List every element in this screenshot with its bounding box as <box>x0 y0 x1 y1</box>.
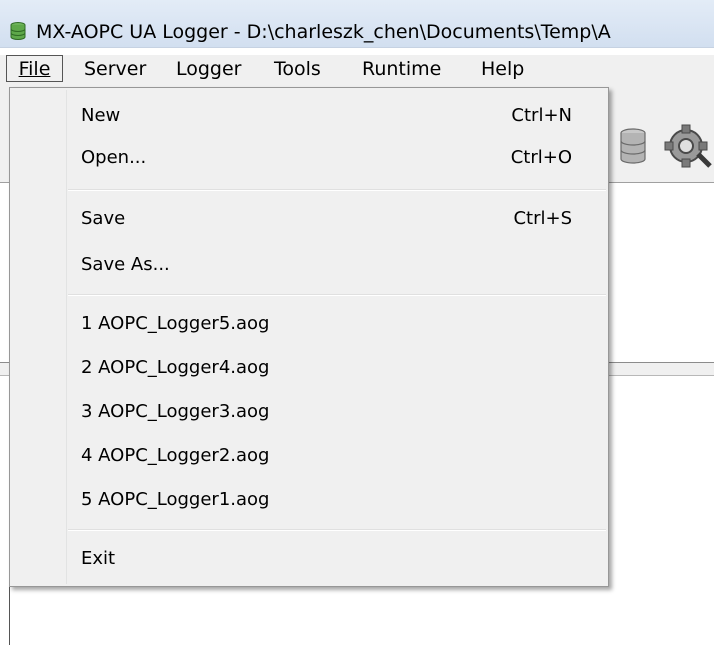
menu-separator <box>68 189 606 191</box>
menu-item-exit[interactable]: Exit <box>10 544 608 574</box>
menu-server-label: Server <box>84 58 147 80</box>
menu-item-recent-4[interactable]: 4 AOPC_Logger2.aog <box>10 441 608 471</box>
menu-runtime[interactable]: Runtime <box>362 55 441 84</box>
menu-item-recent-1-label: 1 AOPC_Logger5.aog <box>81 313 270 334</box>
menu-tools-label: Tools <box>274 58 321 80</box>
menu-item-exit-label: Exit <box>81 548 116 569</box>
menu-item-recent-4-label: 4 AOPC_Logger2.aog <box>81 445 270 466</box>
menu-item-recent-2-label: 2 AOPC_Logger4.aog <box>81 357 270 378</box>
menu-item-save-as[interactable]: Save As... <box>10 250 608 280</box>
menu-bar: File Server Logger Tools Runtime Help <box>0 55 714 86</box>
menu-logger-label: Logger <box>176 58 242 80</box>
menu-item-open-shortcut: Ctrl+O <box>510 147 572 168</box>
menu-item-new-shortcut: Ctrl+N <box>511 105 572 126</box>
menu-item-save-as-label: Save As... <box>81 254 170 275</box>
menu-server[interactable]: Server <box>84 55 146 84</box>
window-title: MX-AOPC UA Logger - D:\charleszk_chen\Do… <box>36 21 611 43</box>
frame-border <box>9 586 10 645</box>
menu-item-recent-5-label: 5 AOPC_Logger1.aog <box>81 489 270 510</box>
menu-item-recent-3[interactable]: 3 AOPC_Logger3.aog <box>10 397 608 427</box>
menu-item-recent-3-label: 3 AOPC_Logger3.aog <box>81 401 270 422</box>
gear-icon[interactable] <box>664 124 714 168</box>
menu-item-save-shortcut: Ctrl+S <box>513 208 572 229</box>
menu-help[interactable]: Help <box>481 55 524 84</box>
menu-item-save[interactable]: Save Ctrl+S <box>10 204 608 234</box>
title-bar: MX-AOPC UA Logger - D:\charleszk_chen\Do… <box>0 0 714 48</box>
app-database-icon <box>10 22 26 40</box>
menu-item-save-label: Save <box>81 208 126 229</box>
menu-runtime-label: Runtime <box>362 58 442 80</box>
menu-item-open-label: Open... <box>81 147 147 168</box>
menu-item-new-label: New <box>81 105 121 126</box>
database-icon[interactable] <box>619 128 647 164</box>
menu-file-label: File <box>18 58 51 80</box>
menu-tools[interactable]: Tools <box>274 55 321 84</box>
menu-item-recent-5[interactable]: 5 AOPC_Logger1.aog <box>10 485 608 515</box>
menu-separator <box>68 294 606 296</box>
menu-item-open[interactable]: Open... Ctrl+O <box>10 143 608 173</box>
file-dropdown-menu: New Ctrl+N Open... Ctrl+O Save Ctrl+S Sa… <box>9 87 609 587</box>
menu-help-label: Help <box>481 58 525 80</box>
menu-separator <box>68 529 606 531</box>
menu-item-recent-1[interactable]: 1 AOPC_Logger5.aog <box>10 309 608 339</box>
menu-file[interactable]: File <box>6 55 63 82</box>
menu-logger[interactable]: Logger <box>176 55 242 84</box>
menu-item-recent-2[interactable]: 2 AOPC_Logger4.aog <box>10 353 608 383</box>
menu-item-new[interactable]: New Ctrl+N <box>10 101 608 131</box>
